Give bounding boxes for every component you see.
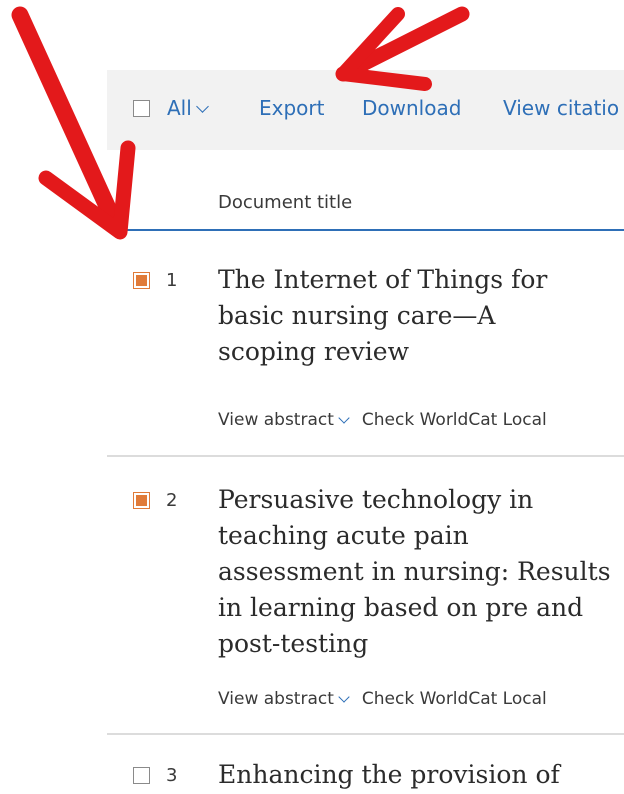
result-1-actions: View abstract Check WorldCat Local [218, 410, 547, 430]
result-1-checkbox[interactable] [133, 272, 150, 289]
view-citation-button[interactable]: View citatio [503, 96, 619, 120]
row-divider [107, 733, 624, 735]
select-all-checkbox[interactable] [133, 100, 150, 117]
title-line: scoping review [218, 337, 409, 366]
arrow-head [38, 140, 136, 240]
title-line: The Internet of Things for [218, 265, 548, 294]
result-2-checkbox[interactable] [133, 492, 150, 509]
check-worldcat-link[interactable]: Check WorldCat Local [362, 689, 547, 709]
download-button[interactable]: Download [362, 96, 461, 120]
result-3-title[interactable]: Enhancing the provision of [218, 757, 618, 793]
result-number: 2 [166, 490, 178, 511]
title-line: in learning based on pre and [218, 593, 584, 622]
select-all-label: All [167, 96, 192, 120]
view-abstract-link[interactable]: View abstract [218, 410, 334, 430]
header-divider [107, 229, 624, 231]
chevron-down-icon [195, 100, 209, 113]
checkbox-fill [136, 275, 147, 286]
checkbox-fill [136, 495, 147, 506]
title-line: Enhancing the provision of [218, 760, 560, 789]
result-number: 3 [166, 765, 178, 786]
title-line: Persuasive technology in [218, 485, 534, 514]
select-all-dropdown[interactable]: All [167, 96, 209, 120]
chevron-down-icon[interactable] [338, 412, 350, 424]
result-2-title[interactable]: Persuasive technology in teaching acute … [218, 482, 618, 662]
chevron-down-icon[interactable] [338, 691, 350, 703]
title-line: assessment in nursing: Results [218, 557, 611, 586]
arrow-shaft [11, 6, 126, 237]
result-3-checkbox[interactable] [133, 767, 150, 784]
arrow-shaft [335, 6, 470, 82]
export-button[interactable]: Export [259, 96, 324, 120]
view-abstract-link[interactable]: View abstract [218, 689, 334, 709]
result-number: 1 [166, 270, 178, 291]
check-worldcat-link[interactable]: Check WorldCat Local [362, 410, 547, 430]
title-line: teaching acute pain [218, 521, 469, 550]
column-header-document-title[interactable]: Document title [218, 192, 352, 213]
row-divider [107, 455, 624, 457]
search-results-page: All Export Download View citatio Documen… [0, 0, 624, 794]
result-1-title[interactable]: The Internet of Things for basic nursing… [218, 262, 618, 370]
title-line: post-testing [218, 629, 369, 658]
title-line: basic nursing care—A [218, 301, 496, 330]
result-2-actions: View abstract Check WorldCat Local [218, 689, 547, 709]
